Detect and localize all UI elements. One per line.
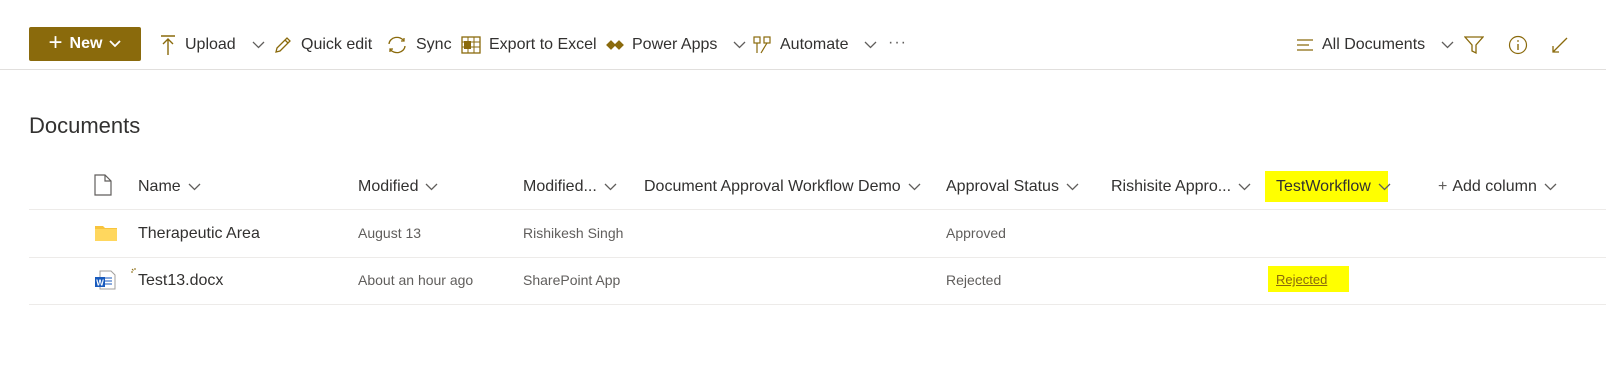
quick-edit-button[interactable]: Quick edit xyxy=(273,30,372,60)
column-header-modified[interactable]: Modified xyxy=(358,172,438,202)
chevron-down-icon xyxy=(864,41,877,49)
sync-icon xyxy=(386,35,408,55)
add-column-button[interactable]: + Add column xyxy=(1438,172,1557,202)
document-icon xyxy=(94,173,112,201)
pencil-icon xyxy=(273,35,293,55)
upload-icon xyxy=(159,34,177,56)
flow-icon xyxy=(752,35,772,55)
row-divider xyxy=(29,304,1606,305)
column-header-label: Document Approval Workflow Demo xyxy=(644,178,901,195)
add-column-label: Add column xyxy=(1452,178,1537,195)
sync-button[interactable]: Sync xyxy=(386,30,452,60)
chevron-down-icon xyxy=(1238,183,1251,191)
chevron-down-icon xyxy=(733,41,746,49)
expand-icon xyxy=(1550,35,1570,55)
automate-button[interactable]: Automate xyxy=(752,30,877,60)
chevron-down-icon xyxy=(604,183,617,191)
view-list-icon xyxy=(1296,38,1314,52)
quick-edit-label: Quick edit xyxy=(301,36,373,53)
column-header-label: Modified... xyxy=(523,178,597,195)
modified-by-cell[interactable]: SharePoint App xyxy=(523,272,620,288)
more-options-button[interactable]: ··· xyxy=(888,28,907,58)
column-header-modified-by[interactable]: Modified... xyxy=(523,172,617,202)
upload-label: Upload xyxy=(185,36,236,53)
power-apps-button[interactable]: Power Apps xyxy=(606,30,746,60)
folder-icon xyxy=(94,223,118,245)
more-icon: ··· xyxy=(888,34,907,51)
approval-status-cell: Approved xyxy=(946,225,1006,241)
file-type-column-header[interactable] xyxy=(94,172,112,202)
chevron-down-icon xyxy=(908,183,921,191)
svg-text:W: W xyxy=(96,279,104,288)
row-divider xyxy=(29,257,1606,258)
column-header-name[interactable]: Name xyxy=(138,172,201,202)
plus-icon: + xyxy=(1438,178,1448,195)
chevron-down-icon xyxy=(1378,183,1391,191)
upload-button[interactable]: Upload xyxy=(159,30,265,60)
chevron-down-icon xyxy=(1066,183,1079,191)
page-title: Documents xyxy=(29,113,141,138)
chevron-down-icon xyxy=(425,183,438,191)
view-selector[interactable]: All Documents xyxy=(1296,30,1454,60)
info-icon xyxy=(1508,35,1528,55)
file-name-link[interactable]: Test13.docx xyxy=(138,272,223,290)
new-button[interactable]: + New xyxy=(29,27,141,61)
power-apps-label: Power Apps xyxy=(632,36,718,53)
column-header-rishisite-approval[interactable]: Rishisite Appro... xyxy=(1111,172,1251,202)
modified-cell: August 13 xyxy=(358,225,422,241)
file-name-link[interactable]: Therapeutic Area xyxy=(138,225,260,243)
info-button[interactable] xyxy=(1508,30,1528,60)
filter-button[interactable] xyxy=(1464,30,1484,60)
view-label: All Documents xyxy=(1322,36,1426,53)
column-header-label: Name xyxy=(138,178,181,195)
approval-status-cell: Rejected xyxy=(946,272,1002,288)
modified-by-cell[interactable]: Rishikesh Singh xyxy=(523,225,623,241)
automate-label: Automate xyxy=(780,36,849,53)
word-document-icon: W xyxy=(94,270,116,293)
power-apps-icon xyxy=(606,38,624,52)
filter-icon xyxy=(1464,35,1484,55)
column-header-test-workflow[interactable]: TestWorkflow xyxy=(1276,172,1391,202)
column-header-approval-status[interactable]: Approval Status xyxy=(946,172,1079,202)
chevron-down-icon xyxy=(1544,183,1557,191)
chevron-down-icon xyxy=(252,41,265,49)
export-to-excel-button[interactable]: Export to Excel xyxy=(461,30,597,60)
command-bar: + New Upload Quick edit Sync Export to E… xyxy=(0,0,1606,70)
column-header-document-approval[interactable]: Document Approval Workflow Demo xyxy=(644,172,921,202)
chevron-down-icon xyxy=(1441,41,1454,49)
column-header-label: Approval Status xyxy=(946,178,1059,195)
modified-cell: About an hour ago xyxy=(358,272,474,288)
excel-icon xyxy=(461,36,481,54)
plus-icon: + xyxy=(48,28,63,56)
export-label: Export to Excel xyxy=(489,36,597,53)
column-header-label: Rishisite Appro... xyxy=(1111,178,1232,195)
header-divider xyxy=(29,209,1606,210)
chevron-down-icon xyxy=(109,35,122,53)
expand-button[interactable] xyxy=(1550,30,1570,60)
test-workflow-link[interactable]: Rejected xyxy=(1276,272,1327,287)
column-header-label: TestWorkflow xyxy=(1276,178,1371,195)
new-button-label: New xyxy=(69,35,103,52)
chevron-down-icon xyxy=(188,183,201,191)
column-header-label: Modified xyxy=(358,178,419,195)
sync-label: Sync xyxy=(416,36,452,53)
